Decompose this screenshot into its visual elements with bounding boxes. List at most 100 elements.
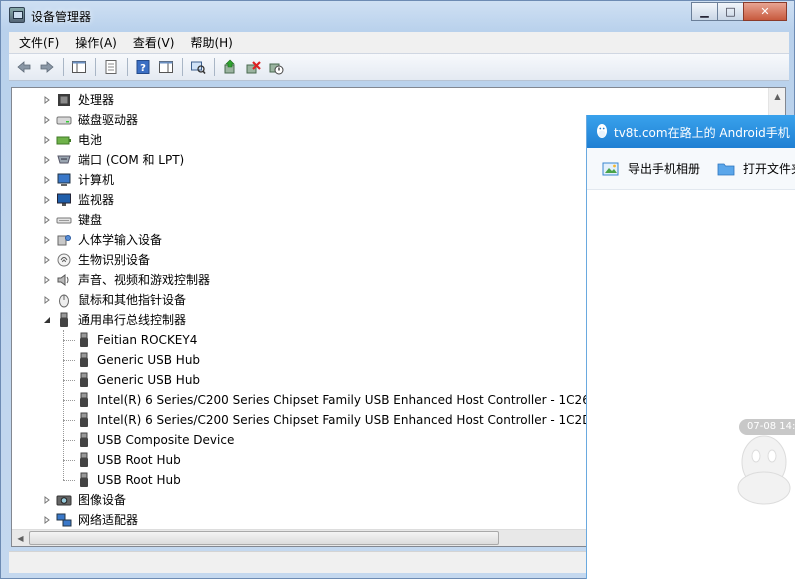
tree-category-label: 生物识别设备 xyxy=(78,253,151,267)
tree-category-label: 处理器 xyxy=(78,93,115,107)
port-icon xyxy=(57,155,71,164)
tree-category[interactable]: 计算机 xyxy=(12,170,588,190)
expand-triangle-icon[interactable] xyxy=(43,216,51,224)
tree-category-label: 电池 xyxy=(78,133,103,147)
tree-category-label: 图像设备 xyxy=(78,493,127,507)
tree-category-label: 通用串行总线控制器 xyxy=(78,313,187,327)
tree-connector xyxy=(63,460,75,461)
tree-connector xyxy=(63,340,75,341)
tree-category[interactable]: 键盘 xyxy=(12,210,588,230)
tree-category[interactable]: 磁盘驱动器 xyxy=(12,110,588,130)
svg-text:?: ? xyxy=(140,63,146,74)
tree-device[interactable]: USB Root Hub xyxy=(12,450,588,470)
tree-category[interactable]: 端口 (COM 和 LPT) xyxy=(12,150,588,170)
update-driver-button[interactable] xyxy=(219,56,241,78)
open-folder-button[interactable]: 打开文件夹 xyxy=(717,160,795,177)
expand-triangle-icon[interactable] xyxy=(43,516,51,524)
action-pane-button[interactable] xyxy=(155,56,177,78)
tree-connector xyxy=(63,380,75,381)
fingerprint-icon xyxy=(57,253,71,267)
tree-device-label: Generic USB Hub xyxy=(97,373,201,387)
tree-category[interactable]: 声音、视频和游戏控制器 xyxy=(12,270,588,290)
disable-device-button[interactable] xyxy=(265,56,287,78)
mouse-icon xyxy=(59,294,69,308)
open-folder-label: 打开文件夹 xyxy=(743,162,795,176)
scroll-left-arrow-icon[interactable]: ◀ xyxy=(12,530,29,546)
expand-triangle-icon[interactable] xyxy=(43,236,51,244)
menu-help[interactable]: 帮助(H) xyxy=(184,34,238,51)
tree-category-label: 监视器 xyxy=(78,193,115,207)
qq-penguin-watermark-icon xyxy=(737,435,791,505)
tree-device[interactable]: Generic USB Hub xyxy=(12,350,588,370)
expand-triangle-icon[interactable] xyxy=(43,136,51,144)
expand-triangle-icon[interactable] xyxy=(43,296,51,304)
tree-category[interactable]: 监视器 xyxy=(12,190,588,210)
title-bar[interactable]: 设备管理器 ▁ □ ✕ xyxy=(1,1,794,31)
back-button[interactable] xyxy=(13,56,35,78)
menu-file[interactable]: 文件(F) xyxy=(13,34,65,51)
qq-popup-header[interactable]: tv8t.com在路上的 Android手机 xyxy=(587,115,795,148)
toolbar-separator xyxy=(63,58,64,76)
tree-category-label: 鼠标和其他指针设备 xyxy=(78,293,187,307)
scroll-up-arrow-icon[interactable]: ▲ xyxy=(769,88,785,105)
collapse-triangle-icon[interactable] xyxy=(43,316,51,324)
expand-triangle-icon[interactable] xyxy=(43,116,51,124)
expand-triangle-icon[interactable] xyxy=(43,256,51,264)
battery-icon xyxy=(56,136,71,145)
scan-hardware-button[interactable] xyxy=(187,56,209,78)
expand-triangle-icon[interactable] xyxy=(43,176,51,184)
tree-category-label: 计算机 xyxy=(78,173,115,187)
tree-category-label: 网络适配器 xyxy=(78,513,139,527)
help-button[interactable]: ? xyxy=(132,56,154,78)
tree-device-label: USB Composite Device xyxy=(97,433,235,447)
horizontal-scroll-thumb[interactable] xyxy=(29,531,499,545)
speaker-icon xyxy=(57,274,69,286)
menu-view[interactable]: 查看(V) xyxy=(127,34,181,51)
maximize-button[interactable]: □ xyxy=(717,2,744,21)
expand-triangle-icon[interactable] xyxy=(43,276,51,284)
window-controls: ▁ □ ✕ xyxy=(691,2,787,21)
tree-device-label: USB Root Hub xyxy=(97,473,181,487)
expand-triangle-icon[interactable] xyxy=(43,496,51,504)
tree-device[interactable]: USB Composite Device xyxy=(12,430,588,450)
usb-device-icon xyxy=(80,392,88,407)
scan-hardware-icon xyxy=(191,61,206,74)
properties-button[interactable] xyxy=(100,56,122,78)
tree-category[interactable]: 电池 xyxy=(12,130,588,150)
usb-icon xyxy=(60,312,68,327)
tree-connector xyxy=(63,360,75,361)
export-album-button[interactable]: 导出手机相册 xyxy=(602,160,700,177)
tree-category[interactable]: 图像设备 xyxy=(12,490,588,510)
minimize-button[interactable]: ▁ xyxy=(691,2,718,21)
expand-triangle-icon[interactable] xyxy=(43,156,51,164)
tree-device-label: Feitian ROCKEY4 xyxy=(97,333,198,347)
tree-device[interactable]: Intel(R) 6 Series/C200 Series Chipset Fa… xyxy=(12,390,590,410)
tree-category-usb[interactable]: 通用串行总线控制器 xyxy=(12,310,588,330)
monitor-icon xyxy=(57,193,71,206)
device-manager-icon xyxy=(9,7,25,23)
export-album-label: 导出手机相册 xyxy=(628,162,701,176)
menu-action[interactable]: 操作(A) xyxy=(69,34,123,51)
tree-device[interactable]: Feitian ROCKEY4 xyxy=(12,330,588,350)
expand-triangle-icon[interactable] xyxy=(43,196,51,204)
tree-category[interactable]: 网络适配器 xyxy=(12,510,588,530)
forward-button[interactable] xyxy=(36,56,58,78)
action-pane-icon xyxy=(159,61,173,73)
tree-category[interactable]: 生物识别设备 xyxy=(12,250,588,270)
camera-icon xyxy=(56,495,72,506)
close-button[interactable]: ✕ xyxy=(743,2,787,21)
expand-triangle-icon[interactable] xyxy=(43,96,51,104)
console-tree-button[interactable] xyxy=(68,56,90,78)
disable-device-icon xyxy=(269,63,284,75)
tree-device-label: Intel(R) 6 Series/C200 Series Chipset Fa… xyxy=(97,393,590,407)
tree-connector xyxy=(63,440,75,441)
tree-category[interactable]: 人体学输入设备 xyxy=(12,230,588,250)
tree-device[interactable]: Generic USB Hub xyxy=(12,370,588,390)
update-driver-icon xyxy=(224,59,235,74)
uninstall-button[interactable] xyxy=(242,56,264,78)
toolbar: ? xyxy=(9,54,789,81)
tree-category[interactable]: 处理器 xyxy=(12,90,588,110)
tree-device[interactable]: USB Root Hub xyxy=(12,470,588,490)
tree-device[interactable]: Intel(R) 6 Series/C200 Series Chipset Fa… xyxy=(12,410,591,430)
tree-category[interactable]: 鼠标和其他指针设备 xyxy=(12,290,588,310)
